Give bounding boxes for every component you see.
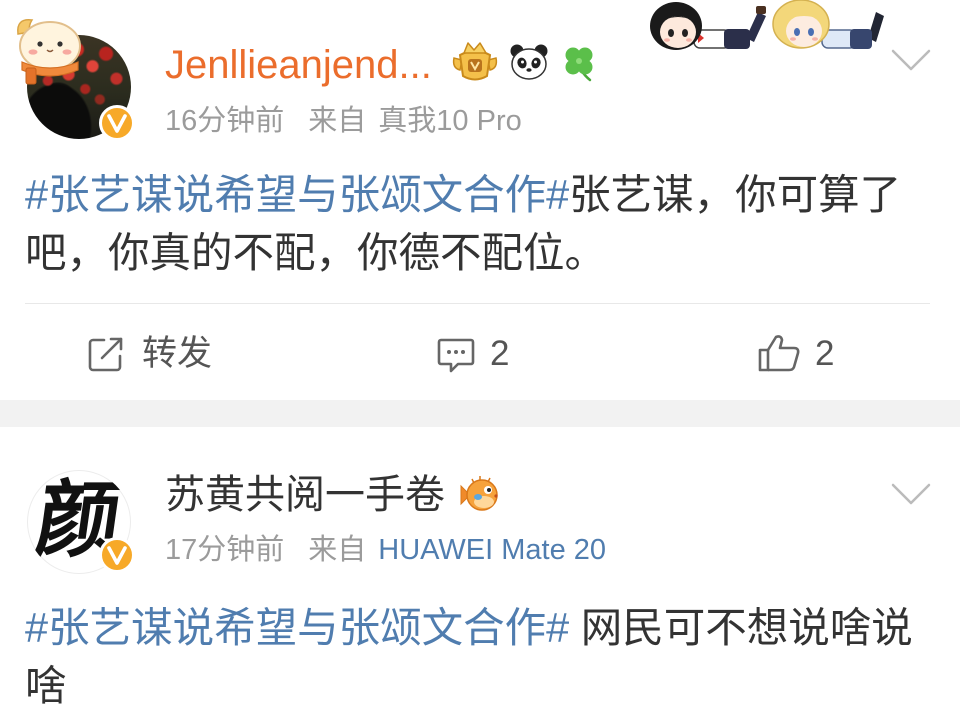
source-prefix: 来自	[308, 534, 367, 566]
verified-badge	[99, 105, 135, 141]
comment-icon	[437, 338, 475, 373]
weibo-post[interactable]: Jenllieanjend... 16分钟前 来自 真我10 Pro #张艺谋说…	[0, 0, 960, 400]
hashtag-link[interactable]: #张艺谋说希望与张颂文合作#	[25, 171, 569, 218]
thumbs-up-icon	[758, 335, 800, 372]
username[interactable]: Jenllieanjend...	[165, 40, 432, 90]
post-meta: 16分钟前 来自 真我10 Pro	[165, 103, 522, 139]
panda-icon[interactable]	[508, 42, 550, 82]
post-meta: 17分钟前 来自 HUAWEI Mate 20	[165, 532, 606, 568]
share-icon	[88, 337, 123, 372]
source-prefix: 来自	[308, 105, 367, 137]
username[interactable]: 苏黄共阅一手卷	[165, 470, 445, 520]
like-count: 2	[815, 334, 835, 373]
weibo-post[interactable]: 颜 苏黄共阅一手卷 17分钟前 来自 HUAWEI Mate 20 #张艺谋说希望与…	[0, 427, 960, 724]
post-source-link[interactable]: HUAWEI Mate 20	[378, 534, 606, 566]
comment-count: 2	[490, 334, 510, 373]
post-source: 真我10 Pro	[378, 105, 522, 137]
post-time: 17分钟前	[165, 534, 285, 566]
chevron-down-icon[interactable]	[890, 480, 932, 508]
divider	[25, 303, 930, 304]
post-text: #张艺谋说希望与张颂文合作#张艺谋，你可算了吧，你真的不配，你德不配位。	[25, 166, 925, 282]
sticker-decoration	[650, 0, 884, 50]
post-time: 16分钟前	[165, 105, 285, 137]
verified-badge	[99, 537, 135, 573]
hashtag-link[interactable]: #张艺谋说希望与张颂文合作#	[25, 604, 569, 651]
clover-icon[interactable]	[559, 42, 599, 82]
vip-crown-icon[interactable]	[450, 40, 500, 84]
chevron-down-icon[interactable]	[890, 46, 932, 74]
pufferfish-icon[interactable]	[458, 475, 502, 515]
avatar-frame-decoration	[17, 19, 81, 85]
post-separator	[0, 400, 960, 427]
post-text: #张艺谋说希望与张颂文合作# 网民可不想说啥说啥	[25, 599, 925, 715]
repost-label: 转发	[142, 334, 213, 373]
